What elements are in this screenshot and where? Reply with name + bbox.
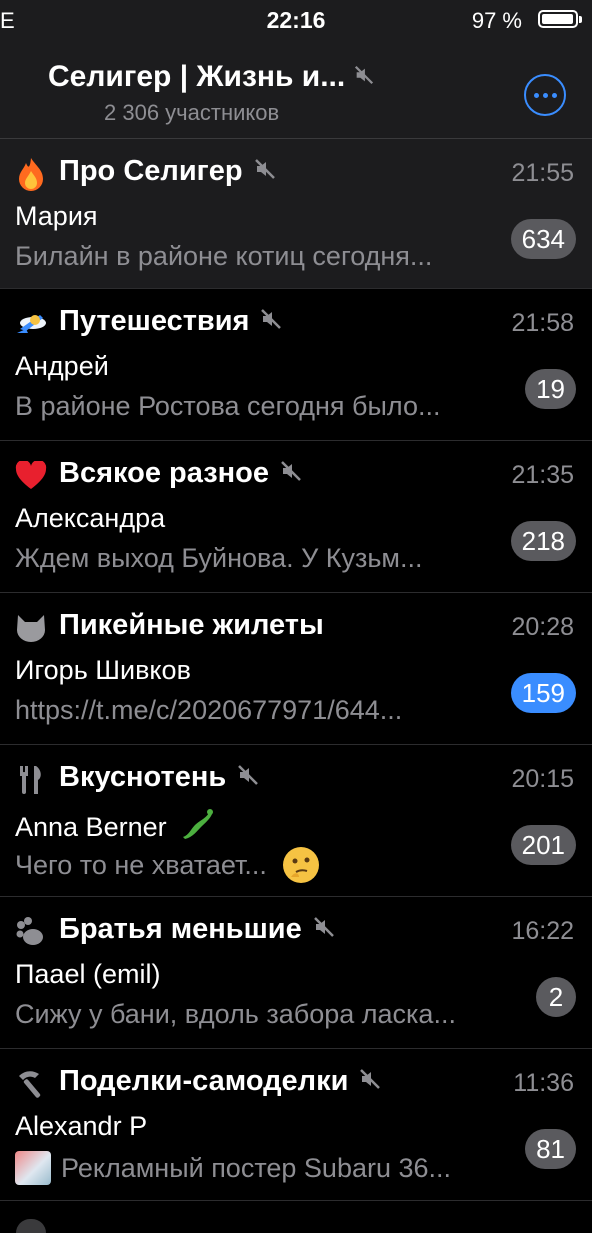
battery-icon	[538, 10, 582, 28]
sender-name: Alexandr P	[15, 1111, 148, 1141]
battery-percent: 97 %	[471, 8, 522, 33]
sender-name: Anna Berner	[15, 812, 167, 842]
fire-icon	[14, 157, 48, 191]
mute-icon	[253, 157, 277, 186]
sender-name: Мария	[15, 201, 98, 231]
topic-title: Братья меньшие	[59, 913, 302, 945]
message-time: 11:36	[513, 1069, 574, 1097]
message-time: 21:55	[511, 159, 574, 187]
list-item[interactable]: Братья меньшие 16:22 Паael (emil) Сижу у…	[0, 897, 592, 1049]
unread-badge: 81	[525, 1129, 576, 1169]
media-thumbnail	[15, 1151, 51, 1185]
message-time: 16:22	[511, 917, 574, 945]
hammer-icon	[14, 1067, 48, 1101]
message-preview: Рекламный постер Subaru 36...	[61, 1152, 452, 1183]
topic-title: Поделки-самоделки	[59, 1065, 349, 1097]
heart-icon	[14, 459, 48, 493]
airplane-icon	[14, 307, 48, 341]
message-preview: Ждем выход Буйнова. У Кузьм...	[15, 543, 423, 573]
message-preview: В районе Ростова сегодня было...	[15, 391, 441, 421]
list-item[interactable]: Пикейные жилеты 20:28 Игорь Шивков https…	[0, 593, 592, 745]
message-preview: Чего то не хватает...	[15, 849, 267, 880]
unread-badge: 634	[510, 219, 576, 259]
list-item[interactable]: Путешествия 21:58 Андрей В районе Ростов…	[0, 289, 592, 441]
unread-badge: 2	[536, 977, 576, 1017]
unread-badge: 201	[510, 825, 576, 865]
topic-title: Про Селигер	[59, 155, 243, 187]
group-title: Селигер | Жизнь и...	[48, 60, 346, 93]
message-preview: https://t.me/c/2020677971/644...	[15, 695, 403, 725]
list-item[interactable]: Вкуснотень 20:15 Anna Berner Чего то не …	[0, 745, 592, 897]
cutlery-icon	[14, 763, 48, 797]
sender-name: Александра	[15, 503, 166, 533]
status-bar: E 22:16 97 %	[0, 0, 592, 40]
message-time: 20:15	[511, 765, 574, 793]
cat-icon	[14, 611, 48, 645]
paw-icon	[14, 915, 48, 949]
mute-icon	[353, 64, 375, 91]
mute-icon	[259, 307, 283, 336]
chat-header[interactable]: Селигер | Жизнь и... 2 306 участников	[0, 40, 592, 139]
lizard-emoji	[179, 807, 215, 848]
message-time: 20:28	[511, 613, 574, 641]
more-options-button[interactable]	[524, 74, 566, 116]
unread-badge: 159	[510, 673, 576, 713]
thinking-face-icon	[282, 847, 319, 883]
sender-name: Андрей	[15, 351, 109, 381]
mute-icon	[279, 459, 303, 488]
topic-icon	[16, 1219, 46, 1233]
member-count: 2 306 участников	[104, 100, 280, 125]
topic-list: Про Селигер 21:55 Мария Билайн в районе …	[0, 139, 592, 1233]
topic-title: Вкуснотень	[59, 761, 227, 793]
message-time: 21:35	[511, 461, 574, 489]
unread-badge: 218	[510, 521, 576, 561]
topic-title: Всякое разное	[59, 457, 269, 489]
topic-title: Путешествия	[59, 305, 250, 337]
topic-title: Пикейные жилеты	[59, 609, 324, 641]
list-item[interactable]: Поделки-самоделки 11:36 Alexandr P Рекла…	[0, 1049, 592, 1201]
message-preview: Билайн в районе котиц сегодня...	[15, 241, 433, 271]
mute-icon	[312, 915, 336, 944]
mute-icon	[236, 763, 260, 792]
list-item[interactable]: Про Селигер 21:55 Мария Билайн в районе …	[0, 139, 592, 289]
list-item[interactable]: Всякое разное 21:35 Александра Ждем выхо…	[0, 441, 592, 593]
sender-name: Паael (emil)	[15, 959, 161, 989]
sender-name: Игорь Шивков	[15, 655, 191, 685]
mute-icon	[358, 1067, 382, 1096]
message-preview: Сижу у бани, вдоль забора ласка...	[15, 999, 456, 1029]
list-item[interactable]	[0, 1201, 592, 1233]
unread-badge: 19	[525, 369, 576, 409]
message-time: 21:58	[511, 309, 574, 337]
